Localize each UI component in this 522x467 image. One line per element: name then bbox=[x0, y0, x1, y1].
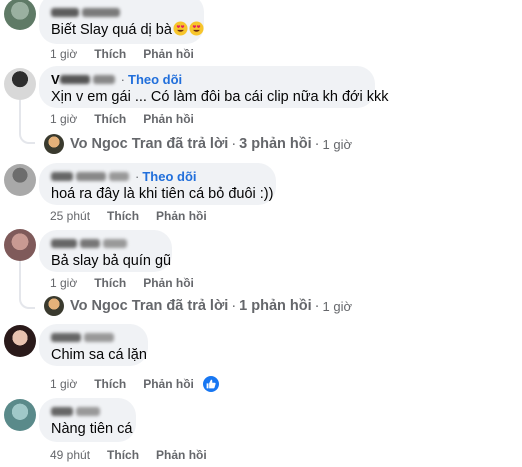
comment-time[interactable]: 25 phút bbox=[50, 209, 90, 223]
avatar[interactable] bbox=[4, 229, 36, 261]
comment-actions: 25 phút Thích Phản hồi bbox=[50, 209, 207, 223]
comment-time[interactable]: 1 giờ bbox=[50, 112, 77, 126]
reply-button[interactable]: Phản hồi bbox=[156, 209, 207, 223]
follow-button[interactable]: Theo dõi bbox=[142, 169, 196, 184]
reply-button[interactable]: Phản hồi bbox=[156, 448, 207, 462]
comment-time[interactable]: 1 giờ bbox=[50, 377, 77, 391]
like-button[interactable]: Thích bbox=[107, 448, 139, 462]
like-button[interactable]: Thích bbox=[94, 112, 126, 126]
reply-button[interactable]: Phản hồi bbox=[143, 47, 194, 61]
comment-bubble: Bả slay bả quín gũ bbox=[39, 230, 172, 272]
comment-text: Biết Slay quá dị bà bbox=[51, 21, 204, 40]
comment-bubble: Biết Slay quá dị bà bbox=[39, 0, 204, 44]
author-name[interactable]: V · Theo dõi bbox=[51, 71, 363, 87]
like-button[interactable]: Thích bbox=[94, 47, 126, 61]
avatar bbox=[44, 296, 64, 316]
comment-bubble: Nàng tiên cá bbox=[39, 398, 136, 442]
comment-bubble: · Theo dõi hoá ra đây là khi tiên cá bỏ … bbox=[39, 163, 276, 205]
like-button[interactable]: Thích bbox=[94, 276, 126, 290]
author-name[interactable] bbox=[51, 329, 136, 345]
author-name[interactable] bbox=[51, 403, 124, 419]
reply-button[interactable]: Phản hồi bbox=[143, 112, 194, 126]
view-replies-link[interactable]: Vo Ngoc Tran đã trả lời · 1 phản hồi · 1 giờ bbox=[44, 296, 352, 316]
reply-button[interactable]: Phản hồi bbox=[143, 377, 194, 391]
comment-bubble: Chim sa cá lặn bbox=[39, 324, 148, 366]
author-name[interactable] bbox=[51, 235, 160, 251]
reply-button[interactable]: Phản hồi bbox=[143, 276, 194, 290]
comment-time[interactable]: 1 giờ bbox=[50, 47, 77, 61]
comment-actions: 49 phút Thích Phản hồi bbox=[50, 448, 207, 462]
comment-actions: 1 giờ Thích Phản hồi bbox=[50, 376, 219, 392]
comment-text: Xịn v em gái ... Có làm đôi ba cái clip … bbox=[51, 89, 389, 105]
comment-time[interactable]: 1 giờ bbox=[50, 276, 77, 290]
follow-button[interactable]: Theo dõi bbox=[128, 72, 182, 87]
like-button[interactable]: Thích bbox=[94, 377, 126, 391]
avatar bbox=[44, 134, 64, 154]
comment-text: Bả slay bả quín gũ bbox=[51, 253, 172, 269]
reply-time: 1 giờ bbox=[322, 298, 353, 314]
comment-bubble: V · Theo dõi Xịn v em gái ... Có làm đôi… bbox=[39, 66, 389, 108]
avatar[interactable] bbox=[4, 0, 36, 30]
heart-eyes-emoji bbox=[189, 21, 204, 36]
like-icon[interactable] bbox=[202, 376, 219, 392]
thread-elbow bbox=[19, 285, 35, 309]
thread-elbow bbox=[19, 118, 35, 144]
reply-time: 1 giờ bbox=[322, 136, 353, 152]
reply-count: 1 phản hồi bbox=[239, 298, 312, 314]
replier-name: Vo Ngoc Tran bbox=[70, 298, 163, 314]
comment-actions: 1 giờ Thích Phản hồi bbox=[50, 276, 194, 290]
comment-text: Chim sa cá lặn bbox=[51, 347, 147, 363]
like-button[interactable]: Thích bbox=[107, 209, 139, 223]
comment-actions: 1 giờ Thích Phản hồi bbox=[50, 47, 194, 61]
comment-actions: 1 giờ Thích Phản hồi bbox=[50, 112, 194, 126]
comment-text: hoá ra đây là khi tiên cá bỏ đuôi :)) bbox=[51, 186, 274, 202]
heart-eyes-emoji bbox=[173, 21, 188, 36]
reply-count: 3 phản hồi bbox=[239, 136, 312, 152]
avatar[interactable] bbox=[4, 325, 36, 357]
replier-name: Vo Ngoc Tran bbox=[70, 136, 163, 152]
author-name[interactable] bbox=[51, 4, 192, 20]
reply-verb: đã trả lời bbox=[166, 298, 229, 314]
reply-verb: đã trả lời bbox=[166, 136, 229, 152]
view-replies-link[interactable]: Vo Ngoc Tran đã trả lời · 3 phản hồi · 1 giờ bbox=[44, 134, 352, 154]
author-name[interactable]: · Theo dõi bbox=[51, 168, 264, 184]
avatar[interactable] bbox=[4, 68, 36, 100]
avatar[interactable] bbox=[4, 164, 36, 196]
comment-text: Nàng tiên cá bbox=[51, 421, 133, 437]
avatar[interactable] bbox=[4, 399, 36, 431]
comment-time[interactable]: 49 phút bbox=[50, 448, 90, 462]
